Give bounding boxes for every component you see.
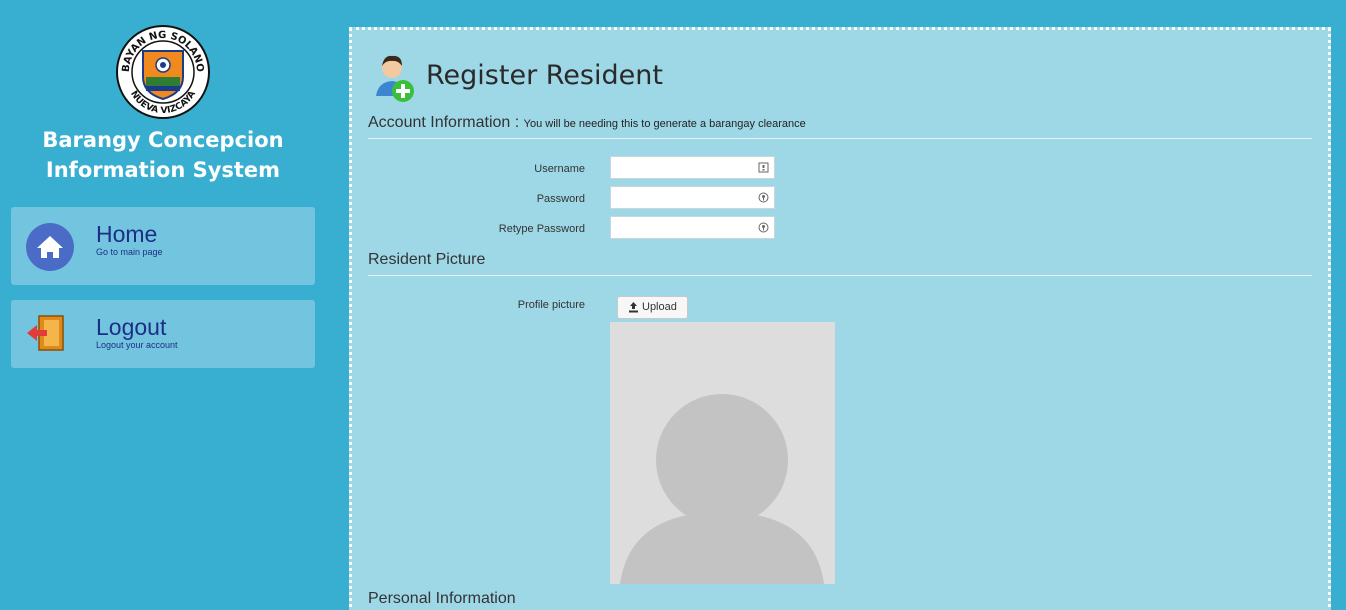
upload-button[interactable]: Upload [617,296,688,319]
home-icon [26,223,74,271]
account-information-heading: Account Information : You will be needin… [368,114,1312,139]
lock-icon [758,222,769,233]
nav-logout-label: Logout [96,314,167,340]
nav-home-button[interactable]: Home Go to main page [11,207,315,285]
password-field[interactable] [610,186,775,209]
municipal-seal-logo: BAYAN NG SOLANO NUEVA VIZCAYA [116,25,210,119]
sidebar: BAYAN NG SOLANO NUEVA VIZCAYA Barangy Co… [0,0,326,610]
resident-picture-heading-text: Resident Picture [368,251,486,268]
page-title: Register Resident [426,60,663,91]
nav-home-sub: Go to main page [96,247,163,257]
personal-information-heading: Personal Information [368,590,1312,610]
system-title-line2: Information System [45,158,281,182]
resident-picture-heading: Resident Picture [368,251,1312,276]
nav-logout-button[interactable]: Logout Logout your account [11,300,315,368]
username-label: Username [534,163,585,175]
profile-picture-preview [610,322,835,584]
lock-icon [758,192,769,203]
user-add-icon [376,55,414,102]
user-card-icon [758,162,769,173]
register-panel: Register Resident Account Information : … [349,27,1331,610]
username-field[interactable] [610,156,775,179]
nav-home-label: Home [96,221,158,247]
avatar-placeholder-icon [610,322,835,584]
personal-information-heading-text: Personal Information [368,590,516,607]
system-title: Barangy Concepcion Information System [0,125,326,185]
door-exit-icon [27,315,64,351]
nav-logout-sub: Logout your account [96,340,178,350]
upload-button-label: Upload [642,301,677,313]
system-title-line1: Barangy Concepcion [42,128,284,152]
account-heading-note: You will be needing this to generate a b… [523,118,806,130]
password-label: Password [536,193,585,205]
profile-picture-label: Profile picture [517,299,585,311]
retype-password-label: Retype Password [498,223,585,235]
upload-icon [629,302,638,313]
account-heading-text: Account Information : [368,114,520,131]
retype-password-field[interactable] [610,216,775,239]
